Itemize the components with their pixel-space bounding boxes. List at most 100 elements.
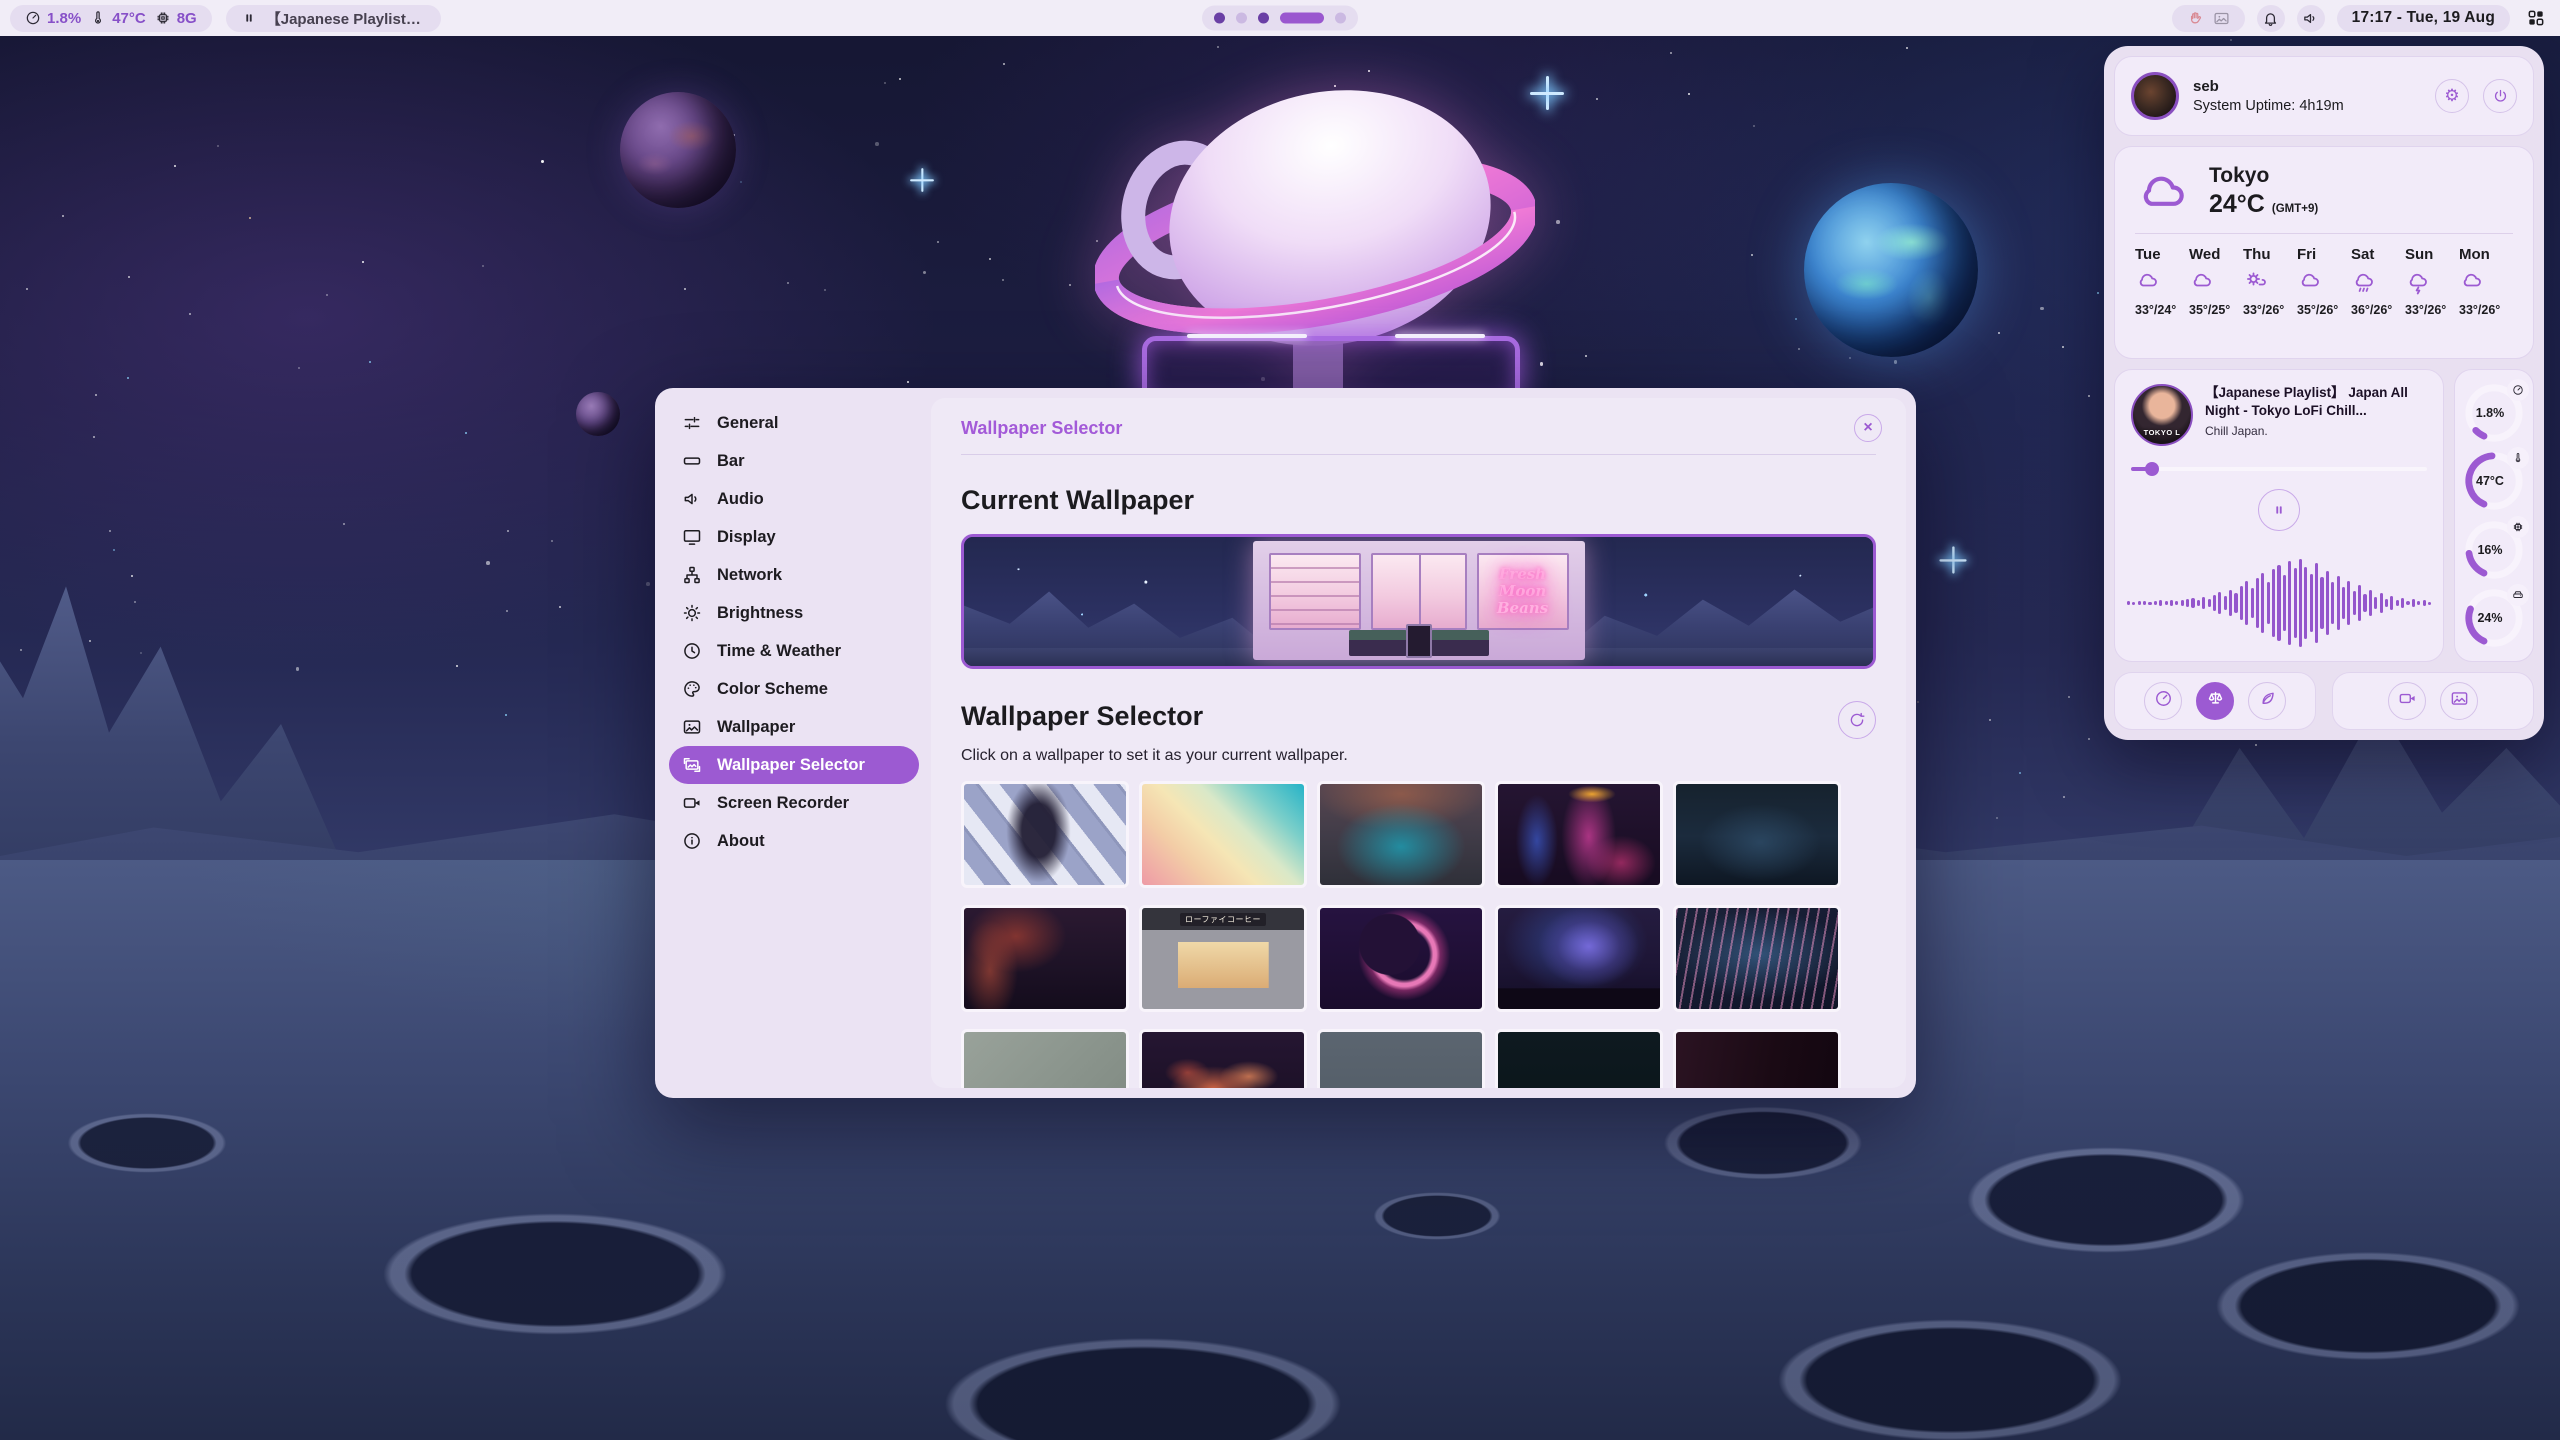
wallpaper-thumb-snowy-night-village[interactable] [1673,781,1841,888]
sidebar-item-wallpaper[interactable]: Wallpaper [669,708,919,746]
wallpaper-thumb-dark-teal[interactable] [1495,1029,1663,1088]
wallpaper-thumb-nebula-forest[interactable] [1495,905,1663,1012]
cafe-window-shelves [1269,553,1361,630]
wallpaper-thumb-lofi-coffee-shop[interactable]: ローファイコーヒー [1139,905,1307,1012]
sidebar-item-general[interactable]: General [669,404,919,442]
sidebar-item-color-scheme[interactable]: Color Scheme [669,670,919,708]
balanced-button[interactable] [2196,682,2234,720]
day-temps: 35°/25° [2189,303,2230,317]
workspace-3-occupied[interactable] [1258,13,1269,24]
sidebar-item-about[interactable]: About [669,822,919,860]
workspace-2-empty[interactable] [1236,13,1247,24]
workspace-5-empty[interactable] [1335,13,1346,24]
wallpaper-thumb-anime-crosswalk[interactable] [961,781,1129,888]
sidebar-item-bar[interactable]: Bar [669,442,919,480]
wallpaper-thumb-pastel-gradient[interactable] [1139,781,1307,888]
tray-app-1-hand-icon[interactable] [2187,10,2204,27]
sidebar-item-screen-recorder[interactable]: Screen Recorder [669,784,919,822]
gauge-cpu: 1.8% [2463,382,2525,444]
workspace-1-occupied[interactable] [1214,13,1225,24]
volume-button[interactable] [2297,5,2325,32]
day-label: Fri [2297,246,2316,263]
star-sparkle [1939,546,1966,573]
day-label: Thu [2243,246,2271,263]
thumb-sign-text: ローファイコーヒー [1180,913,1266,926]
sidebar-item-audio[interactable]: Audio [669,480,919,518]
suncloud-icon [2243,270,2269,296]
slider-knob[interactable] [2145,462,2159,476]
top-bar: 1.8% 47°C 8G 【Japanese Playlist】 J... [0,0,2560,36]
image-icon [682,717,702,737]
tray-app-2-photo-icon[interactable] [2213,10,2230,27]
app-launcher-button[interactable] [2526,8,2546,28]
desktop-screen: 1.8% 47°C 8G 【Japanese Playlist】 J... [0,0,2560,1440]
wallpaper-thumb-teal-blur[interactable] [1317,781,1485,888]
wallpaper-thumb-red-cliff-figure[interactable] [961,905,1129,1012]
preview-cafe-storefront: Fresh Moon Beans [1253,541,1585,660]
sidebar-item-label: About [717,832,765,851]
gauge-disk: 24% [2463,587,2525,649]
workspace-4-active[interactable] [1280,13,1324,24]
header-divider [961,454,1876,455]
wallpaper-thumb-grey-green[interactable] [961,1029,1129,1088]
system-tray [2172,5,2245,32]
cpu-stat: 1.8% [25,10,81,27]
forecast-day-thu: Thu 33°/26° [2243,246,2297,317]
settings-window: GeneralBarAudio Display NetworkBrightnessT… [655,388,1916,1098]
network-icon [682,565,702,585]
wallpaper-thumb-pink-eclipse-ring[interactable] [1317,905,1485,1012]
cafe-door [1371,553,1467,630]
utilities-card [2332,672,2534,730]
leaf-icon [2258,689,2277,713]
memory-value: 8G [177,10,197,27]
media-pill-title: 【Japanese Playlist】 J... [266,8,426,29]
sidebar-item-network[interactable]: Network [669,556,919,594]
wallpaper-thumb-ember-forest[interactable] [1139,1029,1307,1088]
sidebar-item-wallpaper-selector[interactable]: Wallpaper Selector [669,746,919,784]
settings-button[interactable]: ⚙ [2435,79,2469,113]
media-progress-slider[interactable] [2131,462,2427,476]
pause-icon [241,10,257,26]
forecast-day-sat: Sat36°/26° [2351,246,2405,317]
power-saver-button[interactable] [2248,682,2286,720]
forecast-day-mon: Mon33°/26° [2459,246,2513,317]
audio-icon [682,489,702,509]
pause-button[interactable] [2258,489,2300,531]
media-pill[interactable]: 【Japanese Playlist】 J... [226,5,441,32]
sidebar-item-time-weather[interactable]: Time & Weather [669,632,919,670]
notifications-button[interactable] [2257,5,2285,32]
refresh-button[interactable] [1838,701,1876,739]
screen-record-button[interactable] [2388,682,2426,720]
day-label: Tue [2135,246,2161,263]
weather-divider [2135,233,2513,234]
sidebar-item-brightness[interactable]: Brightness [669,594,919,632]
media-title: 【Japanese Playlist】 Japan All Night - To… [2205,384,2427,419]
bar-icon [682,451,702,471]
apps-grid-icon [2526,8,2546,28]
sidebar-item-display[interactable]: Display [669,518,919,556]
videocam-icon [682,793,702,813]
screenshot-button[interactable] [2440,682,2478,720]
wallpaper-thumb-neon-arcade[interactable] [1495,781,1663,888]
wallpaper-thumb-particle-waves[interactable] [1673,905,1841,1012]
clock-pill[interactable]: 17:17 - Tue, 19 Aug [2337,5,2510,32]
power-button[interactable] [2483,79,2517,113]
planter-box [1349,630,1407,656]
day-temps: 33°/26° [2243,303,2284,317]
close-button[interactable]: × [1854,414,1882,442]
thermometer-icon [2507,447,2529,469]
day-label: Sun [2405,246,2433,263]
performance-button[interactable] [2144,682,2182,720]
speedometer-icon [2507,379,2529,401]
chip-icon [2507,516,2529,538]
slider-track [2131,467,2427,471]
wallpaper-thumb-slate-grey[interactable] [1317,1029,1485,1088]
cpu-value: 1.8% [47,10,81,27]
sidebar-item-label: Display [717,528,776,547]
photo-icon [2450,689,2469,713]
planter-box [1431,630,1489,656]
day-label: Wed [2189,246,2220,263]
album-art: TOKYO L [2131,384,2193,446]
system-stats-pill[interactable]: 1.8% 47°C 8G [10,5,212,32]
wallpaper-thumb-dark-maroon[interactable] [1673,1029,1841,1088]
